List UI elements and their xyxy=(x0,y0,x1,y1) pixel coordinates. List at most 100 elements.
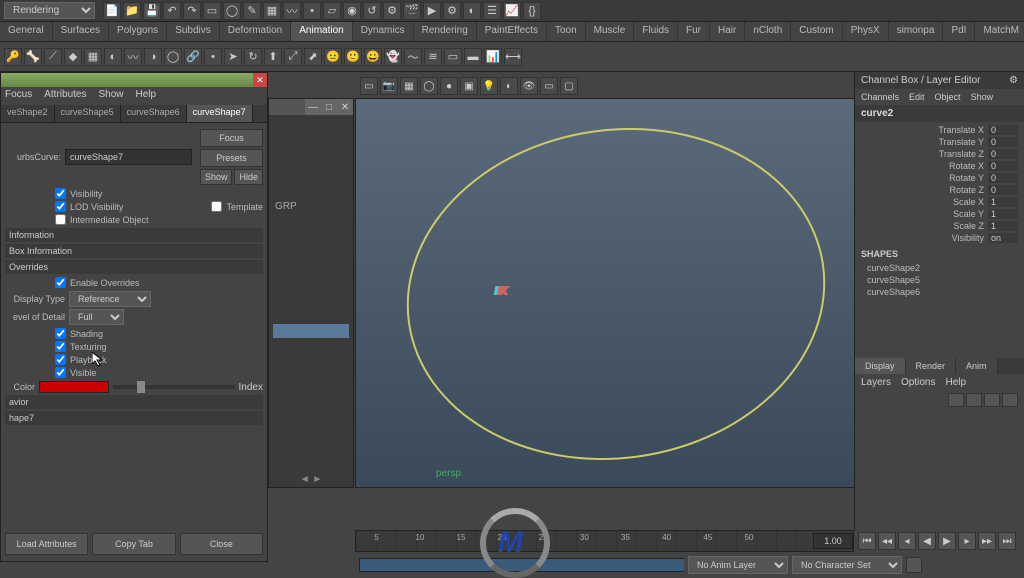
snap-live-icon[interactable]: ◉ xyxy=(343,2,361,20)
shelf-constrain-icon[interactable]: 🔗 xyxy=(184,48,202,66)
snap-point-icon[interactable]: • xyxy=(303,2,321,20)
shelf-tab-fur[interactable]: Fur xyxy=(678,22,710,41)
new-icon[interactable]: 📄 xyxy=(103,2,121,20)
copy-tab-button[interactable]: Copy Tab xyxy=(92,533,175,555)
layer-menu-options[interactable]: Options xyxy=(901,377,935,388)
attr-value[interactable]: 0 xyxy=(988,125,1018,135)
shelf-wire-icon[interactable]: 〰 xyxy=(124,48,142,66)
shelf-key-icon[interactable]: 🔑 xyxy=(4,48,22,66)
shelf-orient-icon[interactable]: ↻ xyxy=(244,48,262,66)
layer-tab-render[interactable]: Render xyxy=(906,358,957,374)
cb-attr-row[interactable]: Scale Z1 xyxy=(861,220,1018,232)
cb-attr-row[interactable]: Translate X0 xyxy=(861,124,1018,136)
layer-new-icon[interactable] xyxy=(948,393,964,407)
shelf-trax-icon[interactable]: ▭ xyxy=(444,48,462,66)
shelf-pole-icon[interactable]: ⬈ xyxy=(304,48,322,66)
layer-menu-help[interactable]: Help xyxy=(945,377,966,388)
shelf-tab-surfaces[interactable]: Surfaces xyxy=(53,22,109,41)
shelf-tab-muscle[interactable]: Muscle xyxy=(586,22,635,41)
shelf-tab-hair[interactable]: Hair xyxy=(710,22,745,41)
render-icon[interactable]: 🎬 xyxy=(403,2,421,20)
hypershade-icon[interactable]: ◐ xyxy=(463,2,481,20)
shape-item[interactable]: curveShape6 xyxy=(855,286,1024,298)
cb-menu-channels[interactable]: Channels xyxy=(861,92,899,102)
focus-button[interactable]: Focus xyxy=(200,129,263,147)
snap-curve-icon[interactable]: 〰 xyxy=(283,2,301,20)
outliner-item-selected[interactable] xyxy=(273,324,349,338)
vp-camera-icon[interactable]: 📷 xyxy=(380,77,398,95)
ae-menu-attributes[interactable]: Attributes xyxy=(44,89,86,103)
cb-attr-row[interactable]: Rotate Z0 xyxy=(861,184,1018,196)
cb-attr-row[interactable]: Rotate X0 xyxy=(861,160,1018,172)
shelf-face2-icon[interactable]: 🙂 xyxy=(344,48,362,66)
timeline-current-frame[interactable] xyxy=(813,533,853,549)
shelf-tab-subdivs[interactable]: Subdivs xyxy=(167,22,220,41)
ae-tab-shape6[interactable]: curveShape6 xyxy=(121,105,187,122)
visible-check[interactable] xyxy=(55,367,66,378)
shelf-blend-icon[interactable]: ◑ xyxy=(144,48,162,66)
vp-shaded-icon[interactable]: ● xyxy=(440,77,458,95)
autokey-icon[interactable] xyxy=(906,557,922,573)
menu-set-select[interactable]: Rendering xyxy=(4,2,95,19)
vp-xray-icon[interactable]: ◐ xyxy=(500,77,518,95)
attr-value[interactable]: 0 xyxy=(988,173,1018,183)
vp-grid-icon[interactable]: ▦ xyxy=(400,77,418,95)
color-slider[interactable] xyxy=(113,385,235,389)
shelf-tab-rendering[interactable]: Rendering xyxy=(414,22,477,41)
shelf-tab-animation[interactable]: Animation xyxy=(291,22,352,41)
ae-tab-shape2[interactable]: veShape2 xyxy=(1,105,55,122)
step-fwd-button[interactable]: ▸▸ xyxy=(978,532,996,550)
close-icon[interactable]: ✕ xyxy=(337,99,353,115)
attr-value[interactable]: 1 xyxy=(988,209,1018,219)
open-icon[interactable]: 📁 xyxy=(123,2,141,20)
cb-menu-edit[interactable]: Edit xyxy=(909,92,925,102)
cb-attr-row[interactable]: Visibilityon xyxy=(861,232,1018,244)
key-fwd-button[interactable]: ▸ xyxy=(958,532,976,550)
cb-object-name[interactable]: curve2 xyxy=(855,105,1024,122)
render-settings-icon[interactable]: ⚙ xyxy=(443,2,461,20)
vp-resolution-icon[interactable]: ▭ xyxy=(540,77,558,95)
vp-lights-icon[interactable]: 💡 xyxy=(480,77,498,95)
display-type-select[interactable]: Reference xyxy=(69,291,151,307)
layer-tab-anim[interactable]: Anim xyxy=(956,358,998,374)
layer-new3-icon[interactable] xyxy=(984,393,1000,407)
vp-textured-icon[interactable]: ▣ xyxy=(460,77,478,95)
shelf-lattice-icon[interactable]: ▦ xyxy=(84,48,102,66)
vp-isolate-icon[interactable]: 👁 xyxy=(520,77,538,95)
step-back-button[interactable]: ◂◂ xyxy=(878,532,896,550)
go-start-button[interactable]: ⏮ xyxy=(858,532,876,550)
shelf-aim-icon[interactable]: ➤ xyxy=(224,48,242,66)
shelf-tab-toon[interactable]: Toon xyxy=(547,22,586,41)
visibility-check[interactable] xyxy=(55,188,66,199)
outliner-titlebar[interactable]: — □ ✕ xyxy=(269,99,353,115)
shelf-conn-icon[interactable]: ⟷ xyxy=(504,48,522,66)
attr-value[interactable]: on xyxy=(988,233,1018,243)
lod-select[interactable]: Full xyxy=(69,309,124,325)
close-button[interactable]: Close xyxy=(180,533,263,555)
select-icon[interactable]: ▭ xyxy=(203,2,221,20)
snap-plane-icon[interactable]: ▱ xyxy=(323,2,341,20)
slider-thumb[interactable] xyxy=(137,381,145,393)
shelf-tab-simonpa[interactable]: simonpa xyxy=(889,22,944,41)
ae-menu-help[interactable]: Help xyxy=(136,89,157,103)
shelf-joint-icon[interactable]: 🦴 xyxy=(24,48,42,66)
intermediate-check[interactable] xyxy=(55,214,66,225)
lod-check[interactable] xyxy=(55,201,66,212)
ikfk-curves[interactable]: IKFK xyxy=(496,229,503,311)
attr-value[interactable]: 0 xyxy=(988,185,1018,195)
shading-check[interactable] xyxy=(55,328,66,339)
ipr-icon[interactable]: ▶ xyxy=(423,2,441,20)
anim-layer-select[interactable]: No Anim Layer xyxy=(688,556,788,574)
shelf-dope-icon[interactable]: ▬ xyxy=(464,48,482,66)
playback-check[interactable] xyxy=(55,354,66,365)
play-back-button[interactable]: ◀ xyxy=(918,532,936,550)
shelf-parent-icon[interactable]: ⬆ xyxy=(264,48,282,66)
cb-attr-row[interactable]: Translate Y0 xyxy=(861,136,1018,148)
template-check[interactable] xyxy=(211,201,222,212)
outliner-item[interactable]: GRP xyxy=(273,199,349,214)
ae-tab-shape7[interactable]: curveShape7 xyxy=(187,105,253,122)
shelf-tab-polygons[interactable]: Polygons xyxy=(109,22,167,41)
attr-value[interactable]: 1 xyxy=(988,197,1018,207)
character-set-select[interactable]: No Character Set xyxy=(792,556,902,574)
attr-value[interactable]: 0 xyxy=(988,137,1018,147)
